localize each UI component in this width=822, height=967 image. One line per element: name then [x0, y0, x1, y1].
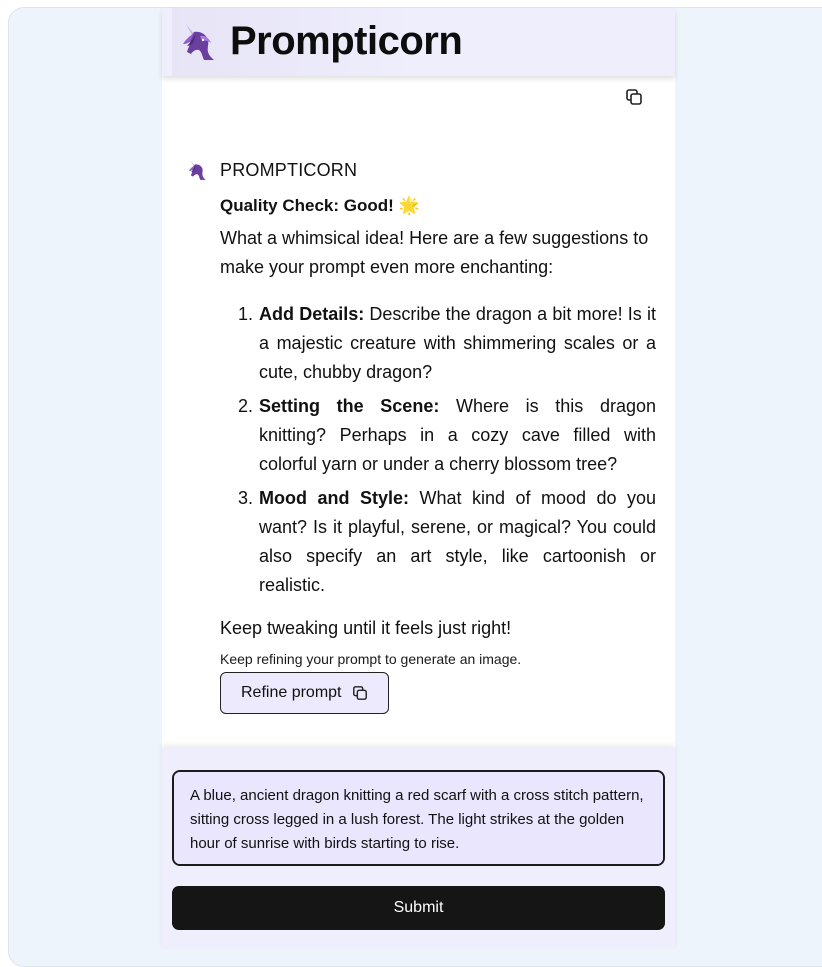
quality-check: Quality Check: Good! 🌟 [220, 194, 656, 218]
app-panel: Prompticorn PROMPTICORN Quality Check: G… [162, 8, 675, 949]
suggestion-item: Mood and Style: What kind of mood do you… [258, 484, 656, 600]
quality-label: Quality Check: Good! [220, 196, 394, 215]
suggestion-title: Add Details: [259, 304, 365, 324]
refine-prompt-button[interactable]: Refine prompt [220, 672, 389, 714]
unicorn-icon [183, 24, 214, 60]
suggestion-list: Add Details: Describe the dragon a bit m… [220, 300, 656, 600]
message-outro: Keep tweaking until it feels just right! [220, 618, 512, 638]
suggestion-title: Mood and Style: [259, 488, 409, 508]
prompt-input[interactable]: A blue, ancient dragon knitting a red sc… [172, 770, 665, 866]
message-author-row: PROMPTICORN [186, 158, 656, 182]
refine-hint: Keep refining your prompt to generate an… [220, 651, 522, 667]
message-intro: What a whimsical idea! Here are a few su… [220, 228, 649, 277]
refine-prompt-label: Refine prompt [241, 684, 342, 701]
submit-button[interactable]: Submit [172, 886, 665, 930]
assistant-message: PROMPTICORN Quality Check: Good! 🌟 What … [186, 158, 656, 714]
message-author: PROMPTICORN [220, 159, 358, 180]
message-body: Quality Check: Good! 🌟 What a whimsical … [220, 194, 656, 714]
app-header: Prompticorn [162, 8, 675, 76]
copy-icon[interactable] [625, 88, 643, 106]
suggestion-item: Add Details: Describe the dragon a bit m… [258, 300, 656, 387]
suggestion-item: Setting the Scene: Where is this dragon … [258, 392, 656, 479]
composer: A blue, ancient dragon knitting a red sc… [162, 748, 675, 949]
star-emoji-icon: 🌟 [398, 196, 420, 215]
app-title: Prompticorn [230, 19, 463, 63]
unicorn-avatar-icon [188, 160, 206, 180]
copy-icon [352, 686, 367, 700]
suggestion-title: Setting the Scene: [259, 396, 440, 416]
